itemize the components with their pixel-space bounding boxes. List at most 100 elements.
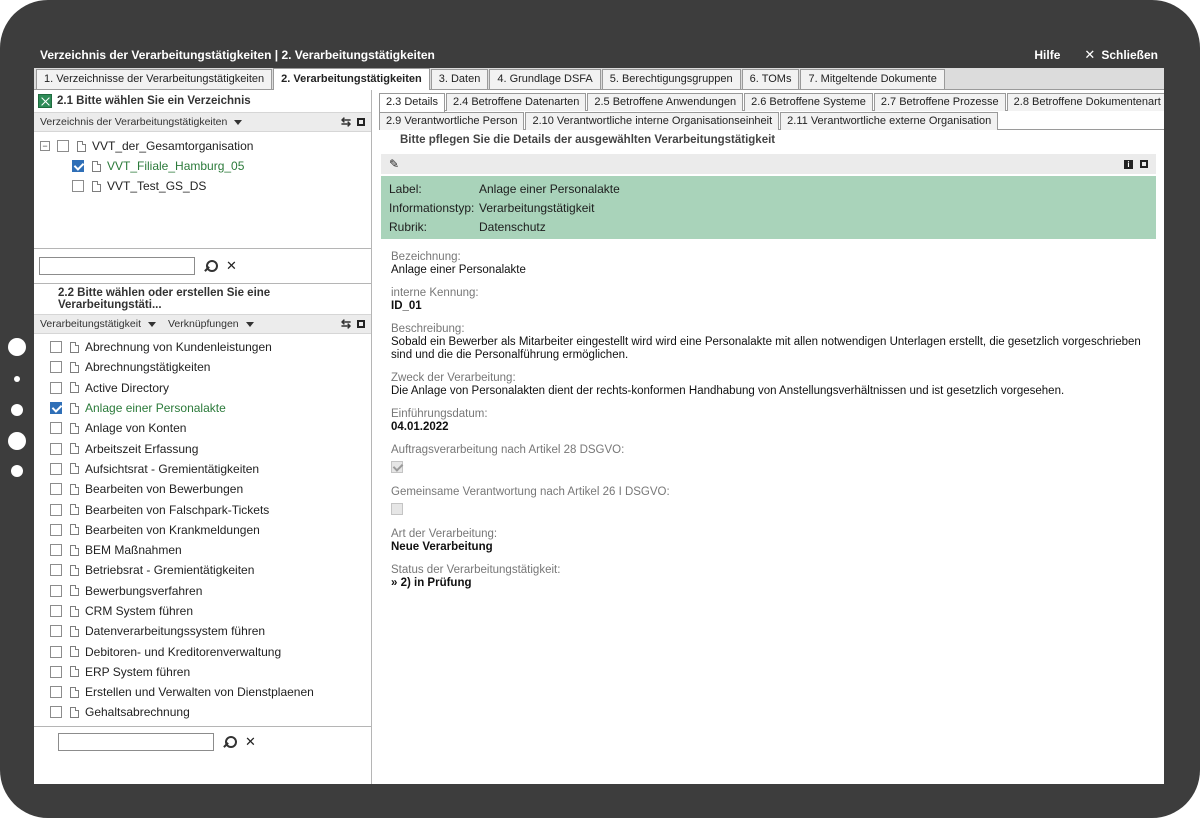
list-item-label[interactable]: Anlage einer Personalakte (85, 401, 226, 415)
list-item: Abrechnung von Kundenleistungen (40, 337, 371, 357)
tab-details[interactable]: 2.3 Details (379, 93, 445, 112)
clear-icon[interactable]: ✕ (226, 258, 237, 274)
document-icon (70, 706, 79, 718)
checkbox[interactable] (50, 665, 62, 678)
list-item-label[interactable]: Bearbeiten von Krankmeldungen (85, 523, 260, 537)
links-dropdown[interactable]: Verknüpfungen (168, 318, 254, 330)
tab-mitgeltende-dokumente[interactable]: 7. Mitgeltende Dokumente (800, 69, 945, 89)
directory-search-input[interactable] (39, 257, 195, 275)
list-item-label[interactable]: Arbeitszeit Erfassung (85, 442, 198, 456)
tab-interne-organisation[interactable]: 2.10 Verantwortliche interne Organisatio… (525, 112, 780, 130)
field-status: Status der Verarbeitungstätigkeit: » 2) … (391, 564, 561, 589)
checkbox[interactable] (50, 422, 62, 435)
checkbox-checked[interactable] (50, 402, 62, 415)
clear-icon[interactable]: ✕ (245, 734, 256, 750)
field-beschreibung: Beschreibung: Sobald ein Bewerber als Mi… (391, 323, 1141, 361)
summary-row: Rubrik: Datenschutz (389, 219, 546, 234)
checkbox[interactable] (50, 605, 62, 617)
checkbox[interactable] (50, 381, 62, 394)
list-item-label[interactable]: Bearbeiten von Falschpark-Tickets (85, 503, 269, 517)
edit-icon[interactable]: ✎ (389, 157, 399, 171)
maximize-icon[interactable] (357, 320, 365, 328)
tab-prozesse[interactable]: 2.7 Betroffene Prozesse (873, 93, 1006, 111)
activity-search-input[interactable] (58, 733, 214, 751)
document-icon (70, 443, 79, 455)
tree-item-label[interactable]: VVT_Test_GS_DS (107, 179, 206, 193)
list-item-label[interactable]: CRM System führen (85, 604, 193, 618)
tab-verzeichnisse[interactable]: 1. Verzeichnisse der Verarbeitungstätigk… (36, 69, 273, 89)
list-item-label[interactable]: Abrechnungstätigkeiten (85, 360, 210, 374)
checkbox[interactable] (50, 503, 62, 516)
tree-item-label[interactable]: VVT_der_Gesamtorganisation (92, 139, 253, 153)
collapse-icon[interactable]: − (40, 141, 50, 151)
list-item-label[interactable]: Erstellen und Verwalten von Dienstplaene… (85, 685, 314, 699)
tab-grundlage-dsfa[interactable]: 4. Grundlage DSFA (489, 69, 601, 89)
list-item: Bearbeiten von Bewerbungen (40, 479, 371, 499)
activity-dropdown[interactable]: Verarbeitungstätigkeit (40, 318, 156, 330)
maximize-icon[interactable] (1140, 160, 1148, 168)
list-item: Anlage von Konten (40, 418, 371, 438)
tab-berechtigungsgruppen[interactable]: 5. Berechtigungsgruppen (601, 69, 741, 89)
document-icon (70, 646, 79, 658)
tab-systeme[interactable]: 2.6 Betroffene Systeme (744, 93, 873, 111)
checkbox[interactable] (50, 584, 62, 597)
tab-daten[interactable]: 3. Daten (430, 69, 489, 89)
list-item: Arbeitszeit Erfassung (40, 438, 371, 458)
checkbox[interactable] (50, 706, 62, 719)
info-icon[interactable]: i (1124, 159, 1133, 169)
tab-dokumentenart[interactable]: 2.8 Betroffene Dokumentenart (1006, 93, 1164, 111)
tree-root: − VVT_der_Gesamtorganisation (40, 136, 371, 156)
list-item-label[interactable]: Gehaltsabrechnung (85, 705, 190, 719)
checkbox-checked[interactable] (72, 160, 84, 172)
checkbox[interactable] (50, 544, 62, 557)
checkbox[interactable] (50, 462, 62, 475)
detail-toolbar: ✎ i (381, 154, 1156, 174)
list-item-label[interactable]: ERP System führen (85, 665, 190, 679)
search-icon[interactable] (205, 259, 218, 273)
list-item-label[interactable]: Bearbeiten von Bewerbungen (85, 482, 243, 496)
activity-list: Abrechnung von Kundenleistungen Abrechnun… (34, 334, 371, 726)
swap-icon[interactable]: ⇆ (341, 317, 351, 331)
close-button[interactable]: ✕ Schließen (1084, 47, 1158, 63)
excel-icon[interactable] (38, 94, 52, 108)
checkbox[interactable] (50, 686, 62, 699)
tab-person[interactable]: 2.9 Verantwortliche Person (379, 112, 525, 130)
checkbox[interactable] (72, 180, 84, 192)
list-item-label[interactable]: Betriebsrat - Gremientätigkeiten (85, 563, 254, 577)
list-item-label[interactable]: Debitoren- und Kreditorenverwaltung (85, 645, 281, 659)
tab-anwendungen[interactable]: 2.5 Betroffene Anwendungen (587, 93, 744, 111)
side-dot (11, 465, 23, 477)
swap-icon[interactable]: ⇆ (341, 115, 351, 129)
tab-datenarten[interactable]: 2.4 Betroffene Datenarten (445, 93, 587, 111)
tab-externe-organisation[interactable]: 2.11 Verantwortliche externe Organisatio… (780, 112, 999, 130)
list-item: Anlage einer Personalakte (40, 398, 371, 418)
checkbox[interactable] (50, 645, 62, 658)
checkbox[interactable] (50, 483, 62, 496)
list-item-label[interactable]: Abrechnung von Kundenleistungen (85, 340, 272, 354)
list-item-label[interactable]: Datenverarbeitungssystem führen (85, 624, 265, 638)
search-icon[interactable] (224, 735, 237, 749)
list-item-label[interactable]: Bewerbungsverfahren (85, 584, 202, 598)
document-icon (70, 564, 79, 576)
list-item-label[interactable]: BEM Maßnahmen (85, 543, 182, 557)
tree-item-label[interactable]: VVT_Filiale_Hamburg_05 (107, 159, 244, 173)
document-icon (92, 180, 101, 192)
directory-dropdown[interactable]: Verzeichnis der Verarbeitungstätigkeiten (40, 116, 243, 128)
checkbox[interactable] (50, 564, 62, 577)
tab-toms[interactable]: 6. TOMs (741, 69, 800, 89)
checkbox[interactable] (50, 523, 62, 536)
checkbox[interactable] (50, 625, 62, 638)
checkbox[interactable] (57, 140, 69, 152)
tab-verarbeitungstaetigkeiten[interactable]: 2. Verarbeitungstätigkeiten (273, 68, 430, 90)
field-art-der-verarbeitung: Art der Verarbeitung: Neue Verarbeitung (391, 528, 498, 553)
checkbox[interactable] (50, 341, 62, 354)
list-item-label[interactable]: Aufsichtsrat - Gremientätigkeiten (85, 462, 259, 476)
list-item: Bewerbungsverfahren (40, 581, 371, 601)
maximize-icon[interactable] (357, 118, 365, 126)
checkbox[interactable] (50, 361, 62, 374)
document-icon (70, 605, 79, 617)
list-item-label[interactable]: Anlage von Konten (85, 421, 186, 435)
help-button[interactable]: Hilfe (1034, 48, 1060, 62)
list-item-label[interactable]: Active Directory (85, 381, 169, 395)
checkbox[interactable] (50, 442, 62, 455)
